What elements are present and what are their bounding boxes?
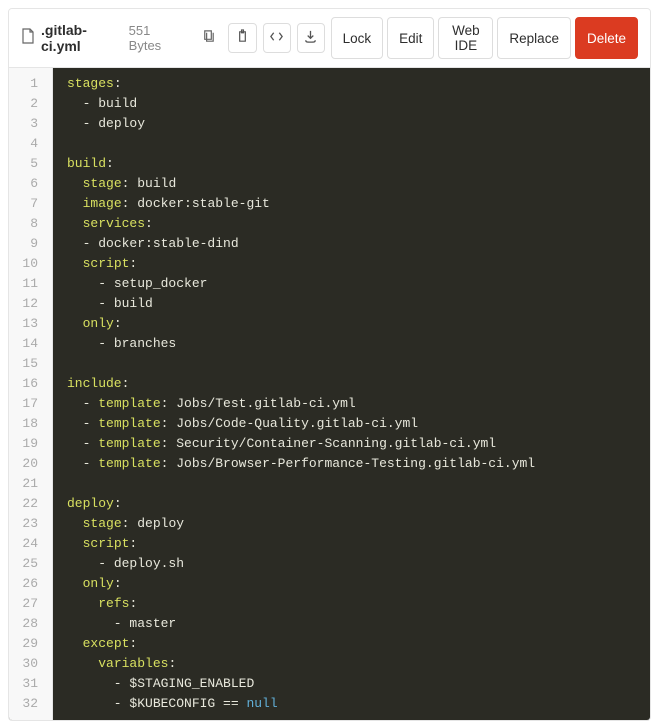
line-number[interactable]: 29 [9, 634, 44, 654]
code-line: include: [67, 374, 650, 394]
line-number[interactable]: 26 [9, 574, 44, 594]
line-number[interactable]: 14 [9, 334, 44, 354]
code-line: deploy: [67, 494, 650, 514]
line-number[interactable]: 12 [9, 294, 44, 314]
code-content[interactable]: stages: - build - deploy build: stage: b… [53, 68, 650, 720]
code-line: only: [67, 574, 650, 594]
edit-button[interactable]: Edit [387, 17, 434, 59]
line-number[interactable]: 23 [9, 514, 44, 534]
code-line: only: [67, 314, 650, 334]
code-line: script: [67, 254, 650, 274]
line-number[interactable]: 10 [9, 254, 44, 274]
code-line: - master [67, 614, 650, 634]
code-line: - setup_docker [67, 274, 650, 294]
code-line: - build [67, 294, 650, 314]
line-number[interactable]: 22 [9, 494, 44, 514]
line-number[interactable]: 4 [9, 134, 44, 154]
download-icon [303, 29, 318, 47]
code-line: - $KUBECONFIG == null [67, 694, 650, 714]
delete-button[interactable]: Delete [575, 17, 638, 59]
line-number[interactable]: 1 [9, 74, 44, 94]
line-number[interactable]: 7 [9, 194, 44, 214]
line-number[interactable]: 20 [9, 454, 44, 474]
line-number[interactable]: 2 [9, 94, 44, 114]
code-line: - template: Jobs/Browser-Performance-Tes… [67, 454, 650, 474]
code-line: - docker:stable-dind [67, 234, 650, 254]
code-line: - template: Jobs/Test.gitlab-ci.yml [67, 394, 650, 414]
file-name: .gitlab-ci.yml [41, 22, 121, 54]
line-number[interactable]: 32 [9, 694, 44, 714]
line-number[interactable]: 15 [9, 354, 44, 374]
line-number[interactable]: 5 [9, 154, 44, 174]
code-line [67, 354, 650, 374]
code-line: stages: [67, 74, 650, 94]
file-toolbar: .gitlab-ci.yml 551 Bytes Lock Edit W [9, 9, 650, 68]
action-buttons: Lock Edit Web IDE Replace Delete [331, 17, 638, 59]
line-number[interactable]: 11 [9, 274, 44, 294]
line-number[interactable]: 30 [9, 654, 44, 674]
line-number[interactable]: 25 [9, 554, 44, 574]
line-number[interactable]: 8 [9, 214, 44, 234]
code-line: - branches [67, 334, 650, 354]
file-icon [21, 28, 35, 49]
code-line: except: [67, 634, 650, 654]
line-number[interactable]: 28 [9, 614, 44, 634]
copy-contents-button[interactable] [228, 23, 256, 53]
code-line: - deploy.sh [67, 554, 650, 574]
copy-path-button[interactable] [195, 23, 223, 53]
code-line: stage: build [67, 174, 650, 194]
code-line [67, 474, 650, 494]
line-number[interactable]: 27 [9, 594, 44, 614]
code-icon [269, 29, 284, 47]
code-viewer: 1234567891011121314151617181920212223242… [9, 68, 650, 720]
code-line [67, 134, 650, 154]
line-number[interactable]: 13 [9, 314, 44, 334]
lock-button[interactable]: Lock [331, 17, 384, 59]
file-size: 551 Bytes [129, 23, 183, 53]
replace-button[interactable]: Replace [497, 17, 571, 59]
code-line: - deploy [67, 114, 650, 134]
line-number[interactable]: 3 [9, 114, 44, 134]
line-number[interactable]: 24 [9, 534, 44, 554]
code-line: - build [67, 94, 650, 114]
line-number[interactable]: 17 [9, 394, 44, 414]
code-line: variables: [67, 654, 650, 674]
line-number[interactable]: 31 [9, 674, 44, 694]
code-line: services: [67, 214, 650, 234]
raw-button[interactable] [263, 23, 291, 53]
code-line: image: docker:stable-git [67, 194, 650, 214]
code-line: - $STAGING_ENABLED [67, 674, 650, 694]
code-line: script: [67, 534, 650, 554]
code-line: - template: Security/Container-Scanning.… [67, 434, 650, 454]
code-line: stage: deploy [67, 514, 650, 534]
clipboard-icon [235, 29, 250, 47]
copy-icon [201, 29, 216, 47]
line-number[interactable]: 21 [9, 474, 44, 494]
webide-button[interactable]: Web IDE [438, 17, 493, 59]
line-number[interactable]: 6 [9, 174, 44, 194]
line-number[interactable]: 9 [9, 234, 44, 254]
code-line: refs: [67, 594, 650, 614]
line-number[interactable]: 19 [9, 434, 44, 454]
download-button[interactable] [297, 23, 325, 53]
code-line: build: [67, 154, 650, 174]
file-viewer: .gitlab-ci.yml 551 Bytes Lock Edit W [8, 8, 651, 721]
line-number[interactable]: 16 [9, 374, 44, 394]
code-line: - template: Jobs/Code-Quality.gitlab-ci.… [67, 414, 650, 434]
line-number-gutter: 1234567891011121314151617181920212223242… [9, 68, 53, 720]
line-number[interactable]: 18 [9, 414, 44, 434]
